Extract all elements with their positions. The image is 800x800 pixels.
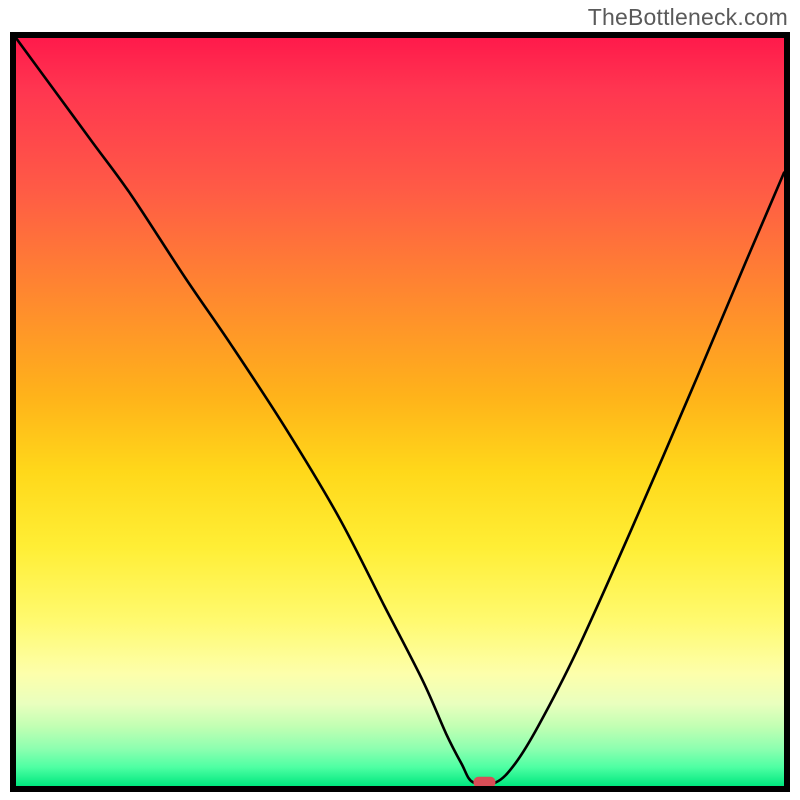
chart-stage: TheBottleneck.com	[0, 0, 800, 800]
bottleneck-curve	[16, 38, 784, 785]
minimum-marker	[473, 777, 495, 786]
plot-area	[10, 32, 790, 792]
watermark-text: TheBottleneck.com	[588, 4, 788, 31]
curve-layer	[16, 38, 784, 786]
